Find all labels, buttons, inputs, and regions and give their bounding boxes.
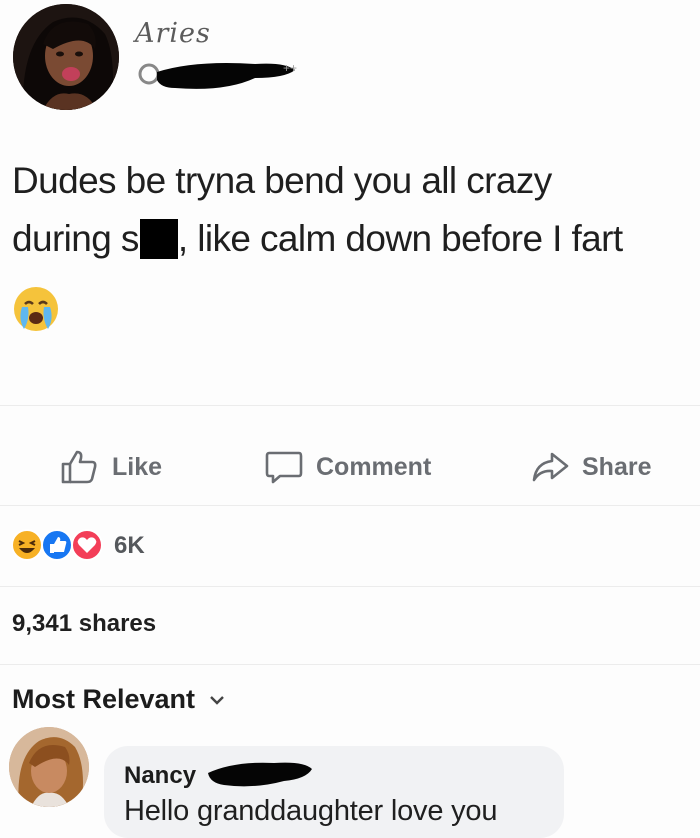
svg-text:++: ++ bbox=[283, 61, 297, 75]
share-arrow-icon bbox=[532, 452, 569, 482]
comments-sort-dropdown[interactable]: Most Relevant bbox=[12, 684, 225, 715]
chevron-down-icon bbox=[210, 695, 224, 705]
haha-reaction-icon bbox=[11, 529, 43, 561]
post-text-line-1: Dudes be tryna bend you all crazy bbox=[12, 160, 552, 201]
post-text-line-2-before: during s bbox=[12, 218, 139, 259]
commenter-name[interactable]: Nancy bbox=[124, 762, 196, 790]
thumbs-up-icon bbox=[61, 450, 97, 484]
post-text-line-2: during s , like calm down before I fart bbox=[12, 210, 700, 268]
like-label: Like bbox=[112, 452, 163, 481]
comments-sort-label: Most Relevant bbox=[12, 684, 196, 714]
author-name[interactable]: Aries bbox=[135, 18, 211, 49]
post-text: Dudes be tryna bend you all crazy during… bbox=[12, 152, 700, 268]
loudly-crying-face-icon bbox=[10, 283, 62, 335]
share-button[interactable]: Share bbox=[530, 447, 651, 487]
shares-count[interactable]: 9,341 shares bbox=[12, 610, 156, 638]
share-label: Share bbox=[582, 452, 652, 481]
reactions-count[interactable]: 6K bbox=[114, 532, 145, 560]
divider bbox=[0, 505, 700, 506]
redaction-mark bbox=[204, 755, 316, 791]
post-text-line-2-after: , like calm down before I fart bbox=[177, 218, 623, 259]
like-button[interactable]: Like bbox=[60, 447, 162, 487]
love-reaction-icon bbox=[71, 529, 103, 561]
commenter-avatar[interactable] bbox=[9, 727, 89, 807]
comment-text: Hello granddaughter love you bbox=[124, 795, 498, 827]
reactions-summary[interactable] bbox=[10, 527, 110, 563]
redaction-mark: ++ bbox=[135, 58, 315, 98]
divider bbox=[0, 586, 700, 587]
commenter-name-text: Nancy bbox=[124, 762, 197, 789]
divider bbox=[0, 405, 700, 406]
censor-block bbox=[139, 219, 178, 259]
speech-bubble-icon bbox=[265, 451, 303, 484]
like-reaction-icon bbox=[41, 529, 73, 561]
comment-button[interactable]: Comment bbox=[264, 447, 431, 487]
divider bbox=[0, 664, 700, 665]
comment-label: Comment bbox=[316, 452, 432, 481]
author-avatar[interactable] bbox=[13, 4, 119, 110]
